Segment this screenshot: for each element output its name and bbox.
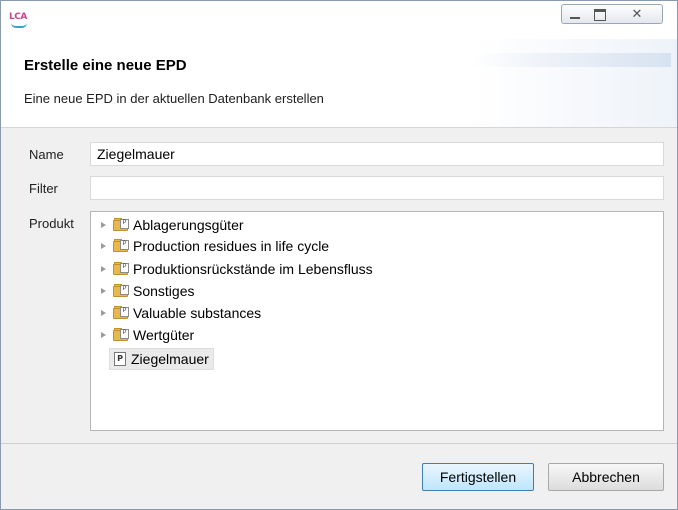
minimize-button[interactable] [561,4,588,24]
name-label: Name [29,147,64,162]
expand-arrow-icon[interactable] [99,220,109,230]
product-icon: P [114,352,126,366]
button-bar-divider [1,443,677,444]
tree-item-label: Produktionsrückstände im Lebensfluss [133,261,373,277]
tree-item-ziegelmauer[interactable]: P Ziegelmauer [109,348,214,370]
tree-item-wertgueter[interactable]: P Wertgüter [99,325,194,345]
wizard-header: Erstelle eine neue EPD Eine neue EPD in … [1,39,677,128]
folder-icon: P [113,306,129,320]
filter-label: Filter [29,181,58,196]
filter-input[interactable] [90,176,664,200]
tree-item-production-residues[interactable]: P Production residues in life cycle [99,236,329,256]
tree-item-label: Sonstiges [133,283,195,299]
folder-icon: P [113,218,129,232]
tree-item-label: Wertgüter [133,327,195,343]
dialog-window: LCA ✕ Erstelle eine neue EPD Eine neue E… [0,0,678,510]
tree-item-label: Ziegelmauer [131,351,209,367]
expand-arrow-icon[interactable] [99,330,109,340]
tree-item-sonstiges[interactable]: P Sonstiges [99,281,194,301]
wizard-title: Erstelle eine neue EPD [24,57,187,74]
folder-icon: P [113,328,129,342]
tree-item-valuable-substances[interactable]: P Valuable substances [99,303,261,323]
expand-arrow-icon[interactable] [99,264,109,274]
finish-button[interactable]: Fertigstellen [422,463,534,491]
wizard-description: Eine neue EPD in der aktuellen Datenbank… [24,91,324,106]
close-icon: ✕ [631,6,643,21]
cancel-button[interactable]: Abbrechen [548,463,664,491]
tree-item-label: Production residues in life cycle [133,238,330,254]
tree-item-label: Valuable substances [133,305,262,321]
expand-arrow-icon[interactable] [99,308,109,318]
product-tree[interactable]: P Ablagerungsgüter P Production residues… [90,211,664,431]
close-button[interactable]: ✕ [613,4,663,24]
tree-item-label: Ablagerungsgüter [133,217,244,233]
tree-item-produktionsrueckstaende[interactable]: P Produktionsrückstände im Lebensfluss [99,259,373,279]
product-label: Produkt [29,216,74,231]
folder-icon: P [113,284,129,298]
name-input[interactable] [90,142,664,166]
title-bar[interactable]: LCA ✕ [1,1,677,39]
app-logo-text: LCA [9,12,27,22]
tree-item-ablagerungsgueter[interactable]: P Ablagerungsgüter [99,215,244,235]
expand-arrow-icon[interactable] [99,241,109,251]
folder-icon: P [113,262,129,276]
expand-arrow-icon[interactable] [99,286,109,296]
maximize-button[interactable] [587,4,614,24]
app-logo-icon: LCA [9,11,31,28]
folder-icon: P [113,239,129,253]
